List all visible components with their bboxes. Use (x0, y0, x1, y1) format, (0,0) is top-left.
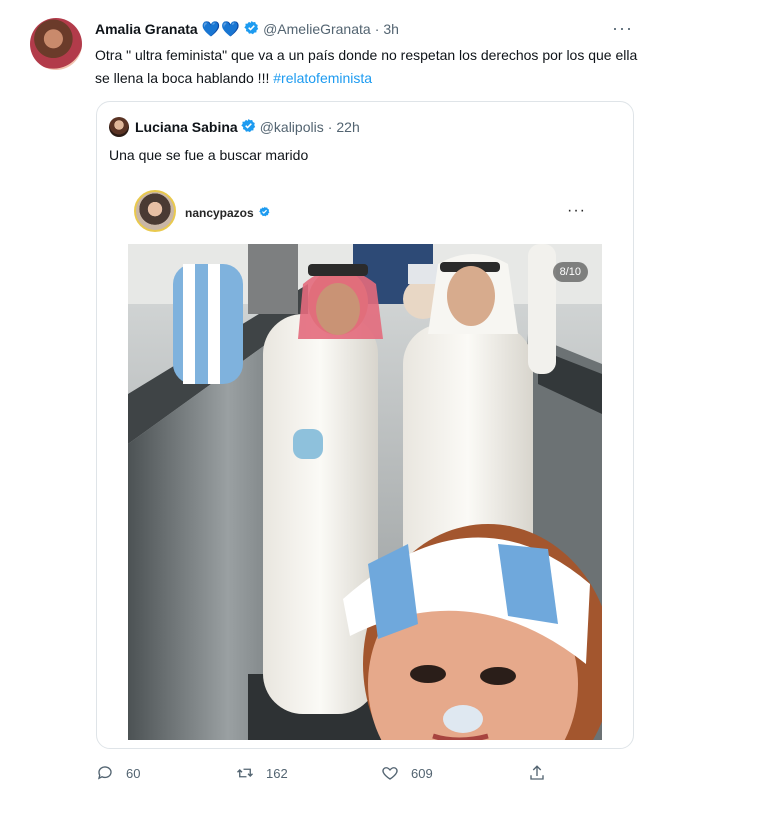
reply-icon (97, 766, 112, 780)
quoted-tweet[interactable]: Luciana Sabina @kalipolis · 22h Una que … (96, 101, 634, 749)
like-count: 609 (411, 765, 433, 781)
blue-heart-emoji: 💙 (221, 21, 241, 38)
instagram-avatar[interactable] (134, 190, 176, 232)
author-name[interactable]: Amalia Granata (95, 21, 198, 37)
verified-icon (241, 118, 256, 136)
quote-avatar (109, 117, 129, 137)
share-button[interactable] (528, 764, 558, 782)
heart-emojis: 💙 💙 (202, 20, 241, 38)
like-button[interactable]: 609 (381, 764, 433, 782)
instagram-more-icon[interactable]: ··· (567, 202, 586, 220)
quote-header: Luciana Sabina @kalipolis · 22h (109, 117, 360, 137)
avatar[interactable] (30, 18, 82, 70)
retweet-button[interactable]: 162 (236, 764, 288, 782)
escalator-photo[interactable]: 8/10 (128, 244, 602, 740)
reply-button[interactable]: 60 (96, 764, 140, 782)
hashtag-link[interactable]: #relatofeminista (273, 70, 372, 86)
blue-heart-emoji: 💙 (201, 21, 221, 38)
separator: · (374, 21, 380, 37)
quote-author-name[interactable]: Luciana Sabina (135, 119, 238, 135)
instagram-username[interactable]: nancypazos (185, 206, 270, 220)
quote-author-handle[interactable]: @kalipolis (260, 119, 324, 135)
more-icon[interactable]: ··· (612, 18, 633, 39)
verified-icon (258, 206, 270, 220)
share-icon (530, 765, 544, 780)
quote-text: Una que se fue a buscar marido (109, 147, 309, 163)
action-bar: 60 162 609 (96, 764, 556, 788)
image-counter: 8/10 (552, 262, 588, 282)
timestamp[interactable]: 3h (383, 21, 399, 37)
tweet: Amalia Granata 💙 💙 @AmelieGranata · 3h ·… (0, 0, 767, 827)
author-handle[interactable]: @AmelieGranata (263, 21, 371, 37)
separator: · (327, 119, 333, 135)
tweet-header: Amalia Granata 💙 💙 @AmelieGranata · 3h (95, 20, 399, 38)
reply-count: 60 (126, 765, 141, 781)
tweet-text: Otra " ultra feminista" que va a un país… (95, 44, 640, 90)
photo-illustration (128, 244, 602, 740)
retweet-count: 162 (266, 765, 288, 781)
quote-timestamp[interactable]: 22h (336, 119, 359, 135)
instagram-username-label: nancypazos (185, 206, 254, 220)
like-icon (382, 767, 398, 780)
verified-icon (244, 20, 259, 38)
retweet-icon (237, 768, 253, 778)
